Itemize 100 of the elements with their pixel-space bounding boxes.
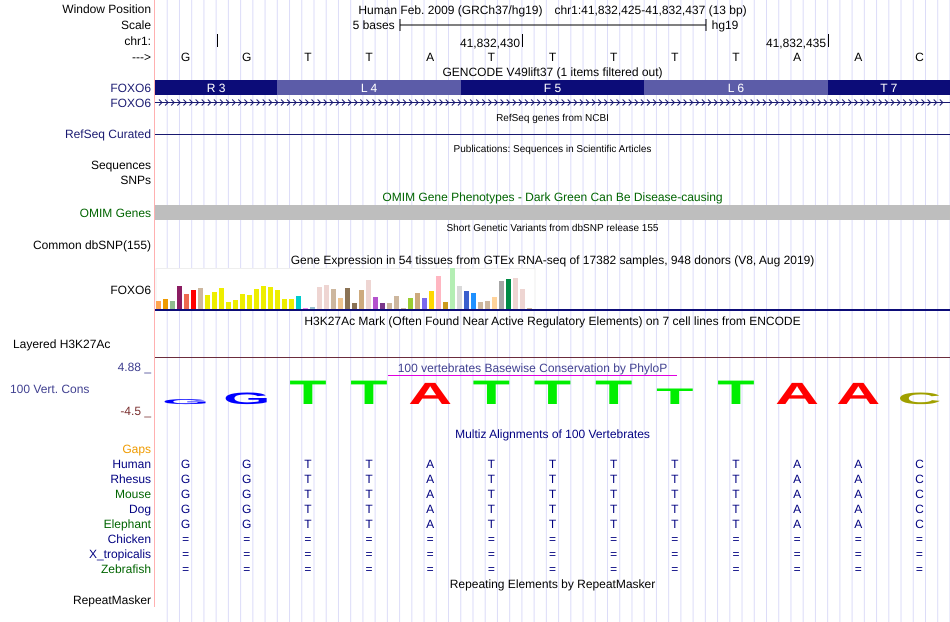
base-letter: T [548,50,556,62]
assembly-text: Human Feb. 2009 (GRCh37/hg19) [358,4,542,16]
exon-block: T 7 [828,80,950,95]
logo-letter: G [223,390,270,408]
base-letter: A [854,502,862,514]
base-letter: T [671,458,678,470]
exon-block: R 3 [155,80,278,95]
base-letter: A [426,50,434,62]
base-letter: C [915,50,924,62]
base-letter: T [365,458,373,470]
base-letter: T [732,518,740,530]
track-title: Gene Expression in 54 tissues from GTEx RNA-seq of 17382 samples, 948 donors (V8, Aug 2019) [290,254,814,266]
track-label: RepeatMasker [72,594,151,606]
base-letter: = [182,562,190,574]
expression-bar [338,298,343,309]
base-letter: G [242,502,252,514]
base-letter: = [610,562,618,574]
base-letter: A [854,518,862,530]
base-letter: C [915,488,924,500]
track-label: SNPs [120,174,151,186]
expression-bar [254,289,259,309]
base-letter: T [732,488,740,500]
base-letter: = [854,562,862,574]
base-letter: = [182,532,190,544]
species-label: Rhesus [110,472,151,484]
base-letter: = [548,532,556,544]
base-letter: T [610,458,618,470]
expression-bar [198,288,203,309]
expression-bar [289,299,294,309]
row-label: chr1: [124,35,151,47]
base-letter: T [488,518,496,530]
base-letter: = [488,532,495,544]
expression-bar [268,287,273,309]
base-letter: A [793,518,802,530]
logo-letter: T [289,378,326,408]
base-letter: T [365,50,373,62]
expression-bar [366,280,371,309]
species-label: X_tropicalis [88,548,151,560]
expression-bar [184,294,189,309]
base-letter: = [854,532,862,544]
logo-letter: T [472,378,510,408]
base-letter: T [365,502,373,514]
expression-bar [219,288,224,309]
base-letter: = [732,562,740,574]
base-letter: = [916,548,923,560]
base-letter: G [242,488,252,500]
expression-bar [485,301,490,309]
expression-bar [436,276,441,309]
base-letter: T [488,502,496,514]
base-letter: = [366,562,373,574]
expression-bar [331,289,336,309]
base-letter: = [488,548,495,560]
base-letter: C [915,518,924,530]
expression-bar [359,290,364,309]
expression-bar [429,291,434,309]
expression-bar [156,301,161,309]
track-label: Sequences [90,159,151,171]
logo-letter: C [897,390,942,408]
base-letter: G [180,502,190,514]
logo-letter: T [595,378,632,408]
expression-bar [506,279,511,309]
base-letter: = [794,532,801,544]
species-label: Dog [128,502,151,514]
base-letter: = [732,532,740,544]
base-letter: T [488,488,496,500]
expression-bar [296,296,301,309]
expression-bar [324,285,329,309]
base-letter: T [304,488,312,500]
base-letter: = [671,532,678,544]
expression-bar [282,299,287,309]
track-label: 100 Vert. Cons [9,383,90,395]
base-letter: C [915,472,924,484]
expression-bar [233,300,238,309]
expression-bar [177,286,182,309]
base-letter: G [242,50,252,62]
expression-bar [317,287,322,309]
base-letter: T [610,502,618,514]
base-letter: C [915,502,924,514]
expression-bar [163,299,168,309]
base-letter: = [671,548,678,560]
base-letter: A [426,488,434,500]
species-label: Zebrafish [100,562,151,574]
expression-bar [373,297,378,309]
base-letter: = [794,562,801,574]
track-title: GENCODE V49lift37 (1 items filtered out) [442,66,663,78]
strand-label: ---> [132,50,151,62]
base-letter: A [793,458,802,470]
base-letter: = [182,548,190,560]
track-title: 100 vertebrates Basewise Conservation by PhyloP [388,362,678,376]
expression-bar [205,295,210,309]
expression-bar [408,298,413,309]
track-title: Multiz Alignments of 100 Vertebrates [455,428,650,440]
base-letter: T [548,488,556,500]
track-label: RefSeq Curated [64,128,151,140]
base-letter: T [671,472,678,484]
base-letter: = [488,562,495,574]
expression-bar [387,303,392,309]
species-label: Mouse [114,488,151,500]
axis-max-label: 4.88 _ [118,361,151,373]
base-letter: T [304,502,312,514]
